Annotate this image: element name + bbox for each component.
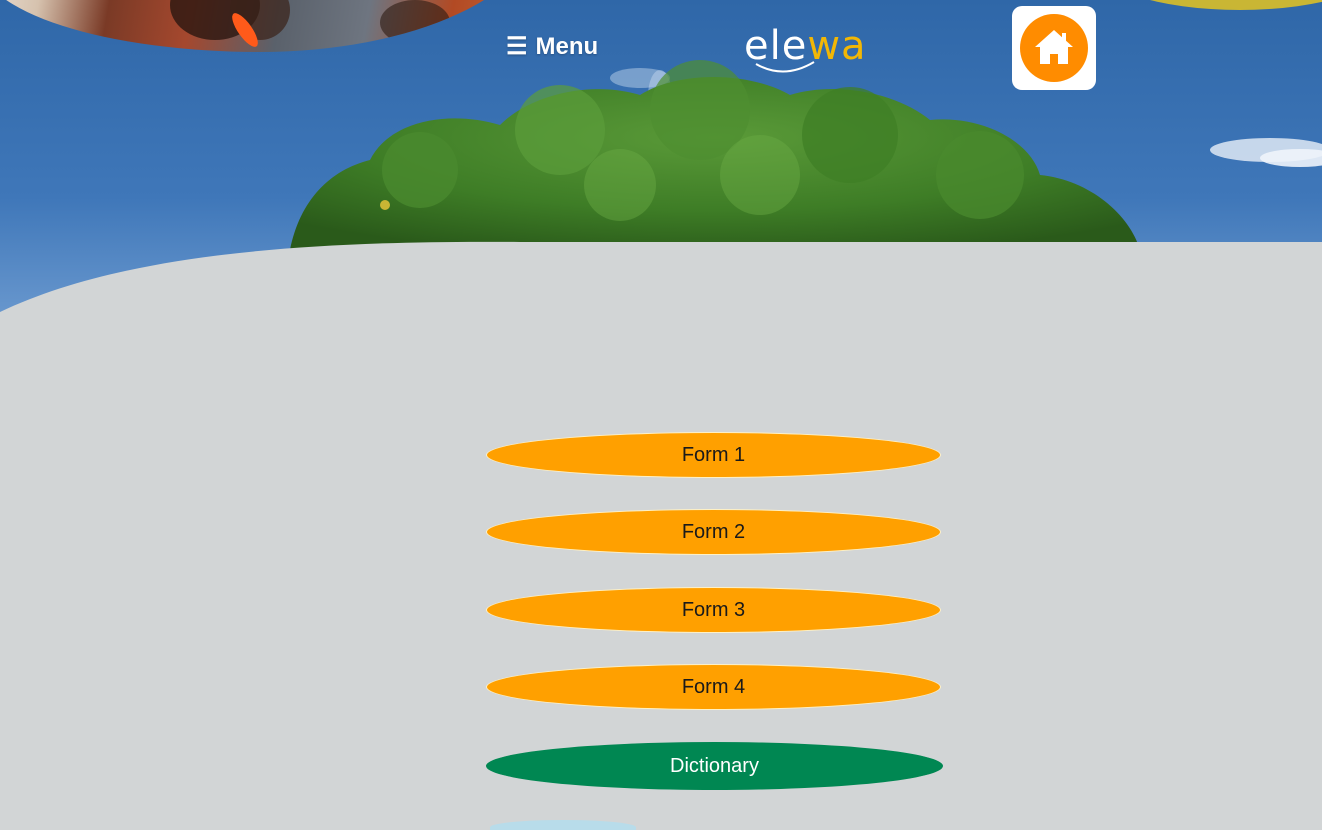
elewa-logo[interactable]: elewa (744, 20, 874, 80)
home-button[interactable] (1012, 6, 1096, 90)
menu-button[interactable]: ☰ Menu (506, 30, 598, 64)
hero-banner (0, 0, 1322, 330)
form-3-button[interactable]: Form 3 (486, 587, 941, 633)
home-icon (1035, 30, 1073, 64)
logo-smile-icon (755, 61, 815, 73)
menu-label: Menu (535, 33, 599, 60)
form-1-button[interactable]: Form 1 (486, 432, 941, 478)
dictionary-button[interactable]: Dictionary (486, 742, 943, 790)
next-button-partial[interactable] (490, 820, 636, 830)
hamburger-icon: ☰ (506, 33, 528, 60)
form-2-button[interactable]: Form 2 (486, 509, 941, 555)
form-4-button[interactable]: Form 4 (486, 664, 941, 710)
